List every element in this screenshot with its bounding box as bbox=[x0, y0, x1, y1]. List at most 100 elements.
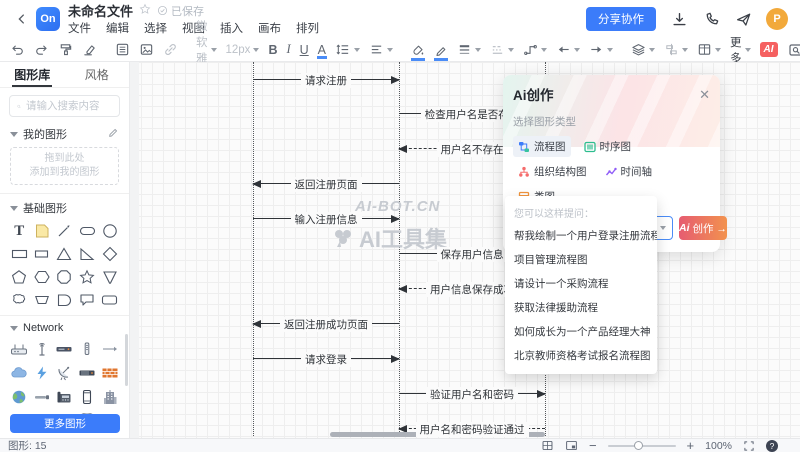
suggestion-item[interactable]: 帮我绘制一个用户登录注册流程 bbox=[505, 223, 657, 247]
type-org-chart[interactable]: 组织结构图 bbox=[513, 161, 592, 182]
shape-right-triangle[interactable] bbox=[78, 245, 96, 263]
shape-octagon[interactable] bbox=[55, 268, 73, 286]
line-style-icon[interactable] bbox=[490, 41, 514, 59]
zoom-out-button[interactable]: − bbox=[589, 439, 597, 452]
shape-rectangle-2[interactable] bbox=[33, 245, 51, 263]
connector-type-icon[interactable] bbox=[523, 41, 547, 59]
type-flowchart[interactable]: 流程图 bbox=[513, 136, 571, 157]
shape-cloud[interactable] bbox=[10, 364, 28, 382]
download-icon[interactable] bbox=[670, 10, 688, 28]
shape-pill[interactable] bbox=[78, 222, 96, 240]
shape-hexagon[interactable] bbox=[33, 268, 51, 286]
underline-button[interactable]: U bbox=[300, 43, 309, 57]
image-icon[interactable] bbox=[139, 41, 154, 59]
shape-pen[interactable] bbox=[55, 222, 73, 240]
star-icon[interactable] bbox=[139, 3, 151, 18]
arrow-end-icon[interactable] bbox=[589, 41, 613, 59]
ai-create-button[interactable]: Ai 创作 → bbox=[679, 216, 727, 240]
shape-blob[interactable] bbox=[10, 291, 28, 309]
more-tools-button[interactable]: 更多 bbox=[730, 34, 751, 66]
shape-globe[interactable] bbox=[10, 388, 28, 406]
shape-satellite-dish[interactable] bbox=[55, 364, 73, 382]
align-text-icon[interactable] bbox=[369, 41, 393, 59]
bold-button[interactable]: B bbox=[268, 43, 277, 57]
basic-shapes-header[interactable]: 基础图形 bbox=[0, 196, 129, 220]
zoom-slider-handle[interactable] bbox=[634, 441, 643, 450]
font-size-select[interactable]: 12px bbox=[226, 44, 260, 56]
ai-tools-button[interactable]: AI bbox=[760, 42, 778, 57]
shape-antenna[interactable] bbox=[33, 340, 51, 358]
shape-rack-server[interactable] bbox=[78, 364, 96, 382]
menu-insert[interactable]: 插入 bbox=[220, 20, 243, 36]
zoom-slider[interactable] bbox=[608, 445, 676, 447]
format-painter-icon[interactable] bbox=[58, 41, 73, 59]
shape-building[interactable] bbox=[101, 388, 119, 406]
seq-message[interactable]: 请求注册 bbox=[253, 72, 399, 88]
shape-wireless-router[interactable] bbox=[10, 340, 28, 358]
menu-file[interactable]: 文件 bbox=[68, 20, 91, 36]
close-icon[interactable]: ✕ bbox=[699, 88, 710, 101]
italic-button[interactable]: I bbox=[286, 42, 290, 57]
seq-message[interactable]: 返回注册成功页面 bbox=[253, 316, 399, 332]
shape-switch[interactable] bbox=[55, 340, 73, 358]
suggestion-item[interactable]: 获取法律援助流程 bbox=[505, 295, 657, 319]
tab-style[interactable]: 风格 bbox=[65, 62, 130, 87]
redo-icon[interactable] bbox=[34, 41, 49, 59]
shape-circle[interactable] bbox=[101, 222, 119, 240]
seq-message[interactable]: 用户名和密码验证通过 bbox=[399, 421, 545, 437]
user-avatar[interactable]: P bbox=[766, 8, 788, 30]
shape-search-box[interactable] bbox=[9, 95, 120, 117]
network-section-header[interactable]: Network bbox=[0, 318, 129, 338]
phone-icon[interactable] bbox=[702, 10, 720, 28]
undo-icon[interactable] bbox=[10, 41, 25, 59]
menu-arrange[interactable]: 排列 bbox=[296, 20, 319, 36]
clear-format-icon[interactable] bbox=[82, 41, 97, 59]
my-shapes-dropzone[interactable]: 拖到此处 添加到我的图形 bbox=[10, 147, 119, 185]
shape-diamond[interactable] bbox=[101, 245, 119, 263]
suggestion-item[interactable]: 请设计一个采购流程 bbox=[505, 271, 657, 295]
shape-note[interactable] bbox=[33, 222, 51, 240]
stroke-color-icon[interactable] bbox=[434, 41, 448, 59]
edit-pencil-icon[interactable] bbox=[107, 127, 119, 142]
suggestion-item[interactable]: 如何成长为一个产品经理大神 bbox=[505, 319, 657, 343]
help-icon[interactable]: ? bbox=[766, 440, 778, 452]
minimap-icon[interactable] bbox=[565, 439, 578, 452]
shape-speech-bubble[interactable] bbox=[78, 291, 96, 309]
shape-firewall[interactable] bbox=[101, 364, 119, 382]
shape-triangle[interactable] bbox=[55, 245, 73, 263]
layers-icon[interactable] bbox=[631, 41, 655, 59]
font-color-button[interactable]: A bbox=[318, 43, 326, 57]
shape-pentagon[interactable] bbox=[10, 268, 28, 286]
seq-message[interactable]: 验证用户名和密码 bbox=[399, 386, 545, 402]
link-icon[interactable] bbox=[163, 41, 178, 59]
line-height-icon[interactable] bbox=[335, 41, 360, 59]
preview-icon[interactable] bbox=[788, 41, 800, 59]
shape-rounded-rect[interactable] bbox=[101, 291, 119, 309]
shape-trapezoid[interactable] bbox=[33, 291, 51, 309]
back-icon[interactable] bbox=[12, 9, 32, 29]
my-shapes-header[interactable]: 我的图形 bbox=[0, 122, 129, 146]
share-collab-button[interactable]: 分享协作 bbox=[586, 7, 656, 31]
lifeline[interactable] bbox=[253, 62, 254, 436]
shape-cable-arrow[interactable] bbox=[101, 340, 119, 358]
grid-toggle-icon[interactable] bbox=[541, 439, 554, 452]
sidebar-scrollbar[interactable] bbox=[125, 334, 128, 386]
shape-cone[interactable] bbox=[101, 268, 119, 286]
suggestion-item[interactable]: 项目管理流程图 bbox=[505, 247, 657, 271]
document-title[interactable]: 未命名文件 bbox=[68, 1, 133, 20]
align-objects-icon[interactable] bbox=[664, 41, 688, 59]
frame-icon[interactable] bbox=[115, 41, 130, 59]
type-timeline[interactable]: 时间轴 bbox=[600, 161, 658, 182]
shape-smartphone[interactable] bbox=[78, 388, 96, 406]
shape-rectangle[interactable] bbox=[10, 245, 28, 263]
suggestion-item[interactable]: 北京教师资格考试报名流程图 bbox=[505, 343, 657, 367]
zoom-level[interactable]: 100% bbox=[705, 440, 732, 452]
table-icon[interactable] bbox=[697, 41, 721, 59]
menu-edit[interactable]: 编辑 bbox=[106, 20, 129, 36]
send-icon[interactable] bbox=[734, 10, 752, 28]
fill-color-icon[interactable] bbox=[411, 41, 425, 59]
chevron-down-icon[interactable] bbox=[660, 226, 666, 230]
shape-star[interactable] bbox=[78, 268, 96, 286]
zoom-in-button[interactable]: + bbox=[687, 439, 695, 452]
shape-patch-cable[interactable] bbox=[33, 388, 51, 406]
